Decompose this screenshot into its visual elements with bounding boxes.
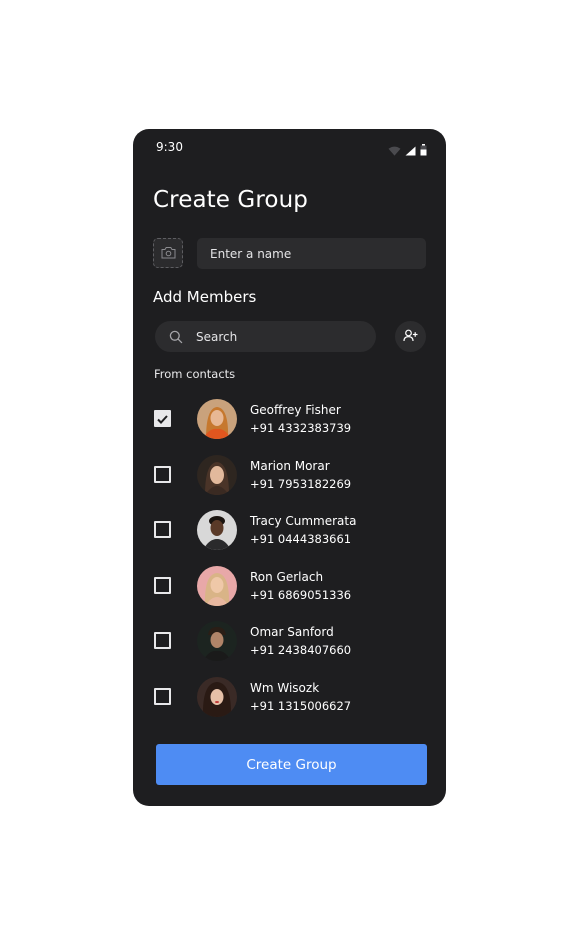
avatar bbox=[197, 399, 237, 439]
contact-phone: +91 6869051336 bbox=[250, 588, 352, 602]
contact-name: Marion Morar bbox=[250, 459, 330, 473]
contact-phone: +91 7953182269 bbox=[250, 477, 352, 491]
contact-row[interactable]: Marion Morar +91 7953182269 bbox=[133, 453, 446, 497]
contact-name: Omar Sanford bbox=[250, 625, 334, 639]
contact-phone: +91 2438407660 bbox=[250, 643, 352, 657]
avatar bbox=[197, 621, 237, 661]
contact-name: Geoffrey Fisher bbox=[250, 403, 341, 417]
group-name-input[interactable] bbox=[197, 238, 426, 269]
contact-row[interactable]: Geoffrey Fisher +91 4332383739 bbox=[133, 397, 446, 441]
page-title: Create Group bbox=[153, 187, 308, 213]
contact-name: Ron Gerlach bbox=[250, 570, 324, 584]
contact-row[interactable]: Ron Gerlach +91 6869051336 bbox=[133, 564, 446, 608]
camera-icon bbox=[161, 244, 176, 263]
status-time: 9:30 bbox=[156, 140, 183, 154]
contact-checkbox[interactable] bbox=[154, 688, 171, 705]
add-person-icon bbox=[403, 327, 418, 346]
signal-icon bbox=[405, 141, 416, 160]
search-icon bbox=[169, 329, 183, 348]
avatar bbox=[197, 566, 237, 606]
contact-row[interactable]: Tracy Cummerata +91 0444383661 bbox=[133, 508, 446, 552]
member-search-box[interactable] bbox=[155, 321, 376, 352]
contact-phone: +91 1315006627 bbox=[250, 699, 352, 713]
contact-checkbox[interactable] bbox=[154, 410, 171, 427]
contact-checkbox[interactable] bbox=[154, 632, 171, 649]
create-group-button[interactable]: Create Group bbox=[156, 744, 427, 785]
contact-name: Tracy Cummerata bbox=[250, 514, 357, 528]
contact-phone: +91 0444383661 bbox=[250, 532, 352, 546]
avatar bbox=[197, 677, 237, 717]
avatar bbox=[197, 455, 237, 495]
contact-row[interactable]: Wm Wisozk +91 1315006627 bbox=[133, 675, 446, 719]
contact-phone: +91 4332383739 bbox=[250, 421, 352, 435]
contact-checkbox[interactable] bbox=[154, 466, 171, 483]
search-input[interactable] bbox=[196, 321, 366, 352]
contact-checkbox[interactable] bbox=[154, 577, 171, 594]
wifi-icon bbox=[388, 141, 401, 160]
contact-row[interactable]: Omar Sanford +91 2438407660 bbox=[133, 619, 446, 663]
phone-screen: 9:30 Create Group Add Members bbox=[133, 129, 446, 806]
contact-checkbox[interactable] bbox=[154, 521, 171, 538]
battery-icon bbox=[420, 141, 427, 160]
avatar bbox=[197, 510, 237, 550]
from-contacts-label: From contacts bbox=[154, 367, 236, 381]
contact-name: Wm Wisozk bbox=[250, 681, 320, 695]
add-members-heading: Add Members bbox=[153, 288, 257, 306]
group-photo-button[interactable] bbox=[153, 238, 183, 268]
add-member-button[interactable] bbox=[395, 321, 426, 352]
checkmark-icon bbox=[157, 409, 168, 428]
status-icons bbox=[388, 141, 427, 160]
